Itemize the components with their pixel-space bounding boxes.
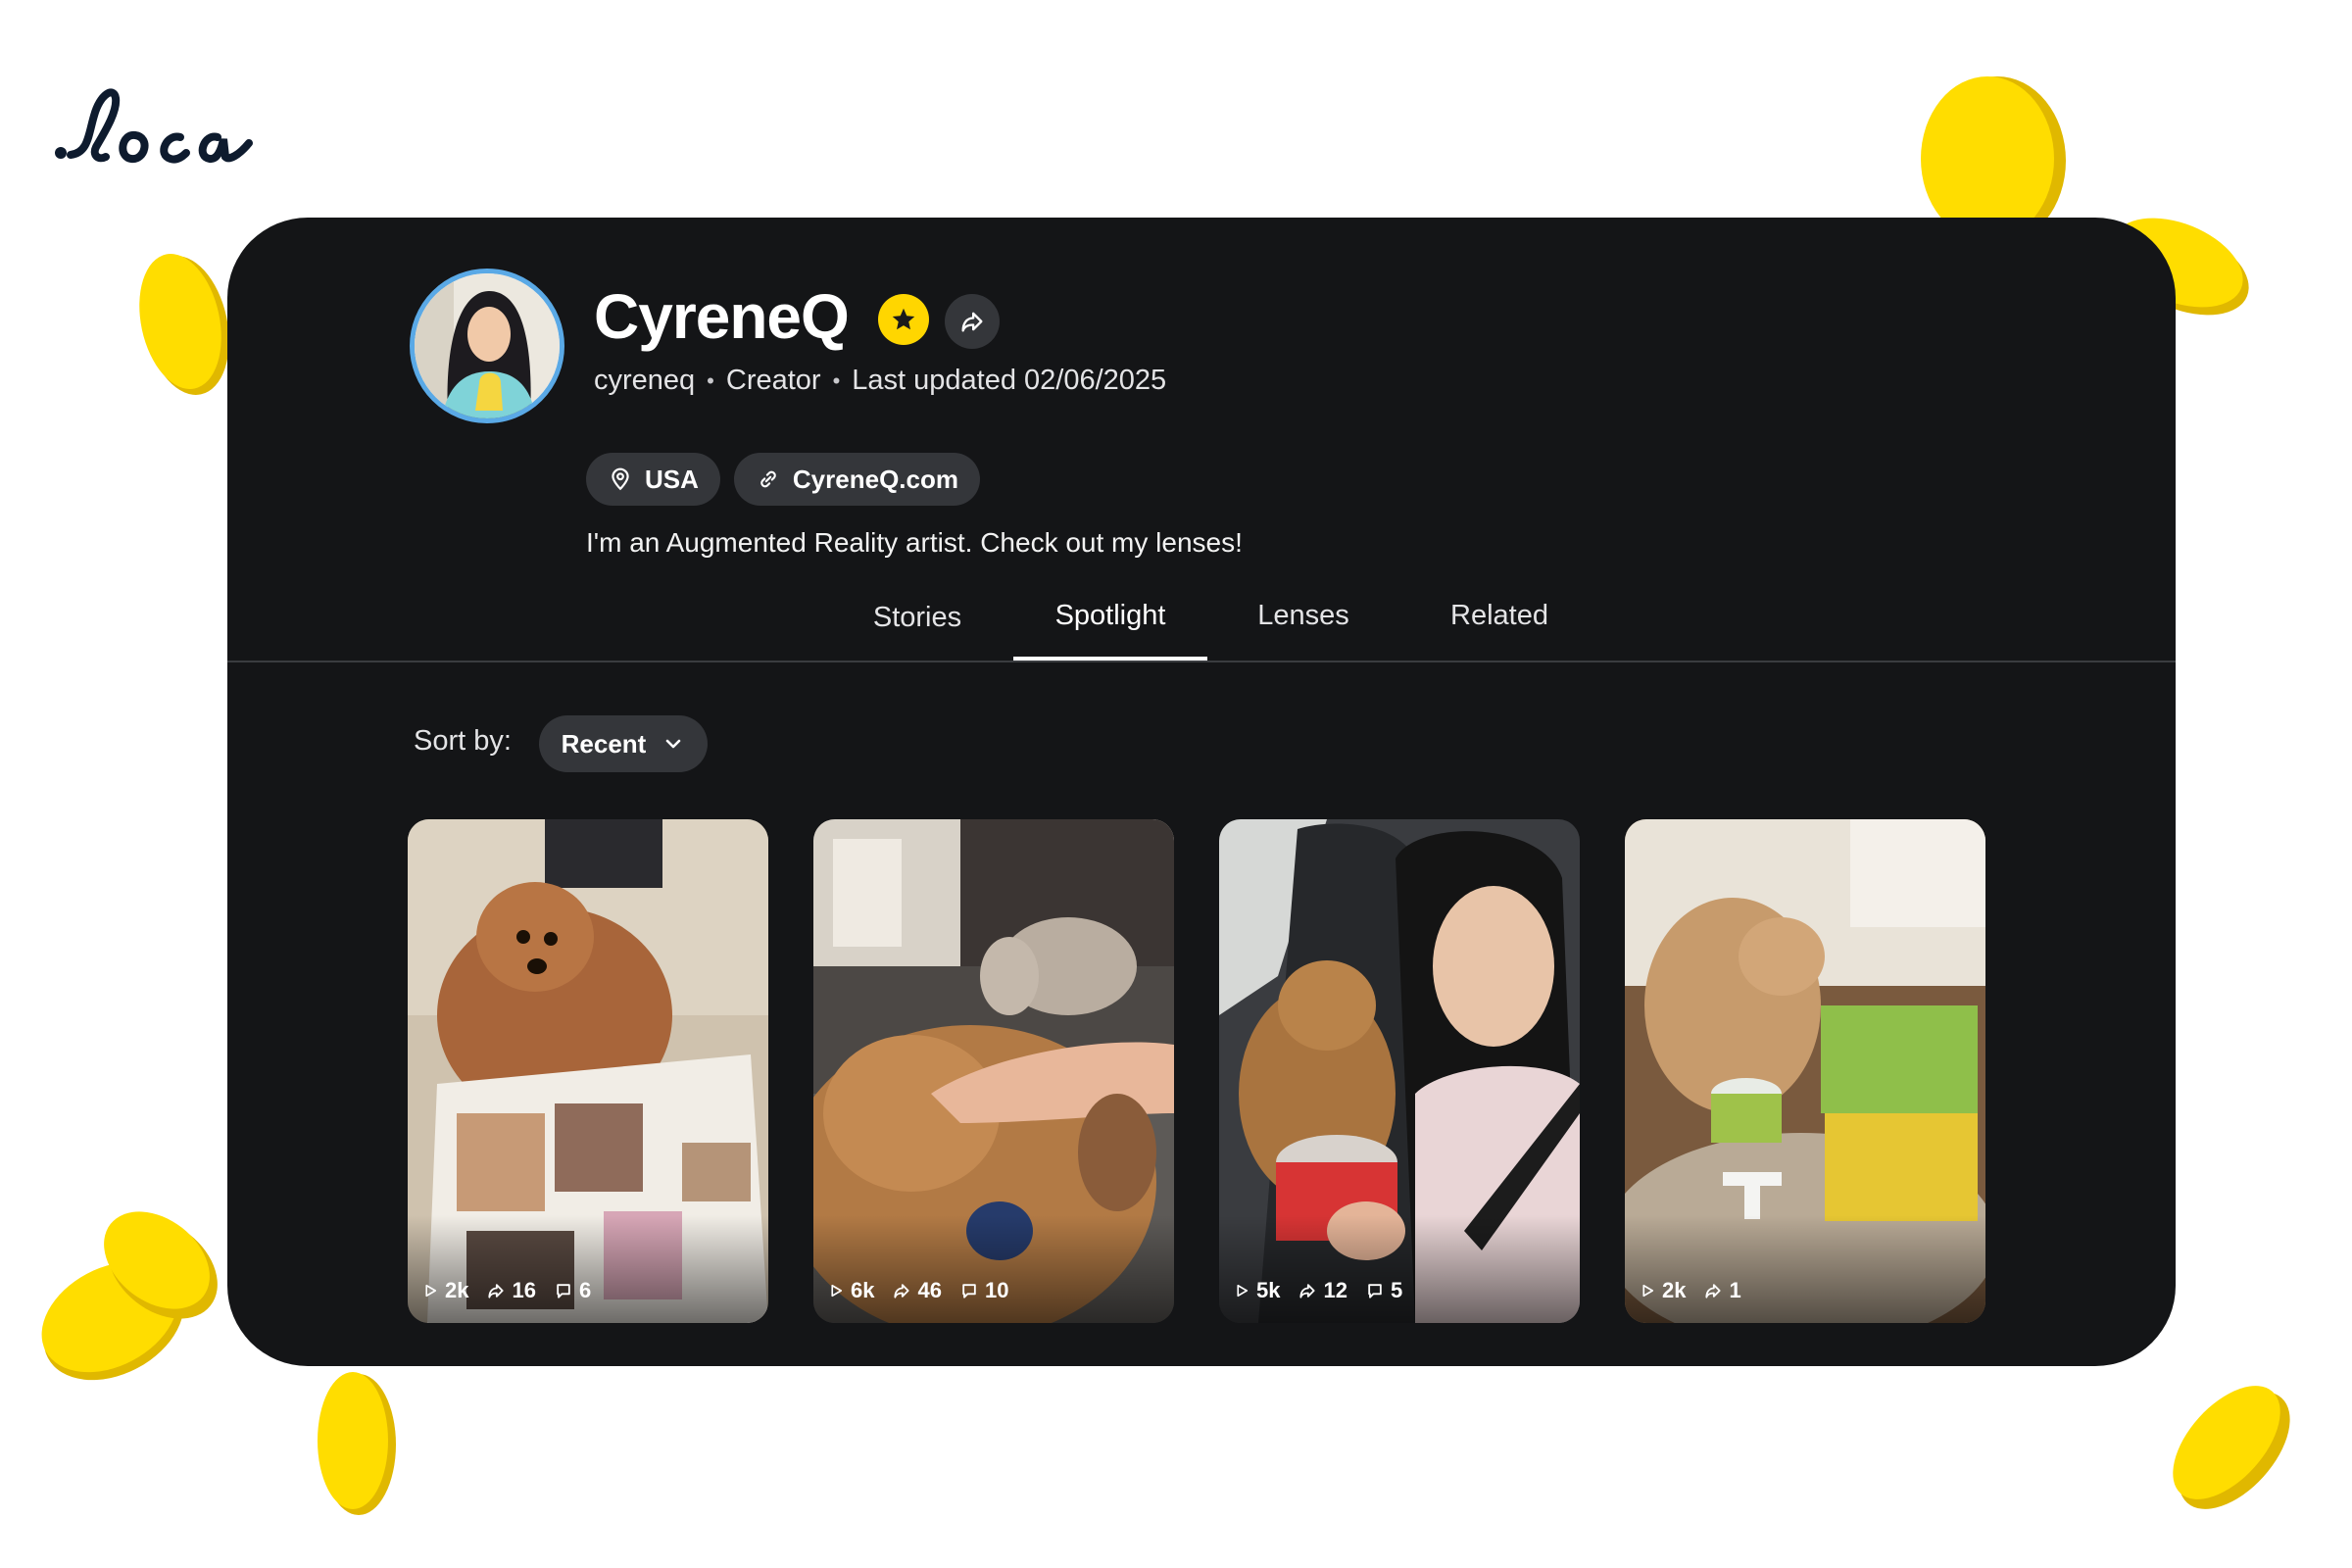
location-label: USA <box>645 464 699 494</box>
shares-stat: 1 <box>1703 1278 1741 1303</box>
coin-decoration <box>41 1211 218 1381</box>
views-stat: 2k <box>421 1278 468 1303</box>
spotlight-thumbnail[interactable]: 2k 1 <box>1625 819 1985 1323</box>
profile-bio: I'm an Augmented Reality artist. Check o… <box>586 527 1243 558</box>
thumbnail-shade <box>408 1215 768 1323</box>
link-icon <box>760 470 776 488</box>
shares-stat: 12 <box>1298 1278 1348 1303</box>
coin-decoration <box>318 1372 396 1515</box>
location-chip[interactable]: USA <box>586 453 720 506</box>
share-icon <box>1299 1284 1316 1298</box>
play-icon <box>1642 1284 1654 1298</box>
comment-icon <box>1368 1284 1382 1298</box>
comments-stat: 5 <box>1365 1278 1402 1303</box>
coin-decoration <box>2173 1386 2290 1509</box>
star-badge-icon <box>878 294 929 345</box>
thumbnail-shade <box>813 1215 1174 1323</box>
website-label: CyreneQ.com <box>792 464 958 494</box>
profile-tabs: Stories Spotlight Lenses Related <box>227 590 2176 684</box>
comment-icon <box>557 1284 570 1298</box>
spotlight-thumbnail[interactable]: 6k 46 10 <box>813 819 1174 1323</box>
tab-related[interactable]: Related <box>1403 600 1595 684</box>
share-arrow-icon <box>961 312 983 332</box>
chevron-down-icon <box>666 739 681 749</box>
thumbnail-stats: 6k 46 10 <box>827 1278 1016 1303</box>
shares-stat: 46 <box>892 1278 942 1303</box>
avatar[interactable] <box>410 269 564 423</box>
role-label: Creator <box>725 365 821 396</box>
shares-stat: 16 <box>486 1278 536 1303</box>
sort-label: Sort by: <box>414 725 512 757</box>
coin-decoration <box>139 254 229 395</box>
loca-logo[interactable] <box>49 76 265 174</box>
comments-stat: 6 <box>554 1278 591 1303</box>
share-icon <box>1705 1284 1722 1298</box>
display-name: CyreneQ <box>594 281 850 352</box>
location-pin-icon <box>612 467 629 491</box>
share-icon <box>894 1284 910 1298</box>
sort-value: Recent <box>561 728 647 759</box>
profile-chips: USA CyreneQ.com <box>586 453 980 506</box>
thumbnail-stats: 5k 12 5 <box>1233 1278 1410 1303</box>
tab-lenses[interactable]: Lenses <box>1213 600 1394 684</box>
page: CyreneQ cyreneq • Creator • Last updated… <box>0 0 2352 1568</box>
thumbnail-shade <box>1219 1215 1580 1323</box>
play-icon <box>831 1284 843 1298</box>
tab-spotlight[interactable]: Spotlight <box>1013 600 1207 684</box>
play-icon <box>1237 1284 1249 1298</box>
separator-dot: • <box>832 368 841 393</box>
share-icon <box>488 1284 505 1298</box>
views-stat: 5k <box>1233 1278 1280 1303</box>
separator-dot: • <box>707 368 714 393</box>
last-updated: Last updated 02/06/2025 <box>852 365 1167 396</box>
views-stat: 2k <box>1639 1278 1686 1303</box>
tabs-divider <box>227 661 2176 662</box>
spotlight-thumbnail[interactable]: 5k 12 5 <box>1219 819 1580 1323</box>
share-profile-button[interactable] <box>945 294 1000 349</box>
website-chip[interactable]: CyreneQ.com <box>733 453 980 506</box>
thumbnail-stats: 2k 1 <box>1639 1278 1749 1303</box>
play-icon <box>425 1284 437 1298</box>
profile-meta: cyreneq • Creator • Last updated 02/06/2… <box>594 365 1166 397</box>
tab-stories[interactable]: Stories <box>827 602 1007 686</box>
spotlight-grid: 2k 16 6 6k 46 10 5k 12 5 2k 1 <box>408 819 1985 1323</box>
username: cyreneq <box>594 365 696 396</box>
comment-icon <box>962 1284 976 1298</box>
comments-stat: 10 <box>959 1278 1008 1303</box>
views-stat: 6k <box>827 1278 874 1303</box>
profile-card: CyreneQ cyreneq • Creator • Last updated… <box>227 218 2176 1366</box>
thumbnail-shade <box>1625 1215 1985 1323</box>
thumbnail-stats: 2k 16 6 <box>421 1278 599 1303</box>
spotlight-thumbnail[interactable]: 2k 16 6 <box>408 819 768 1323</box>
sort-dropdown[interactable]: Recent <box>539 715 708 772</box>
